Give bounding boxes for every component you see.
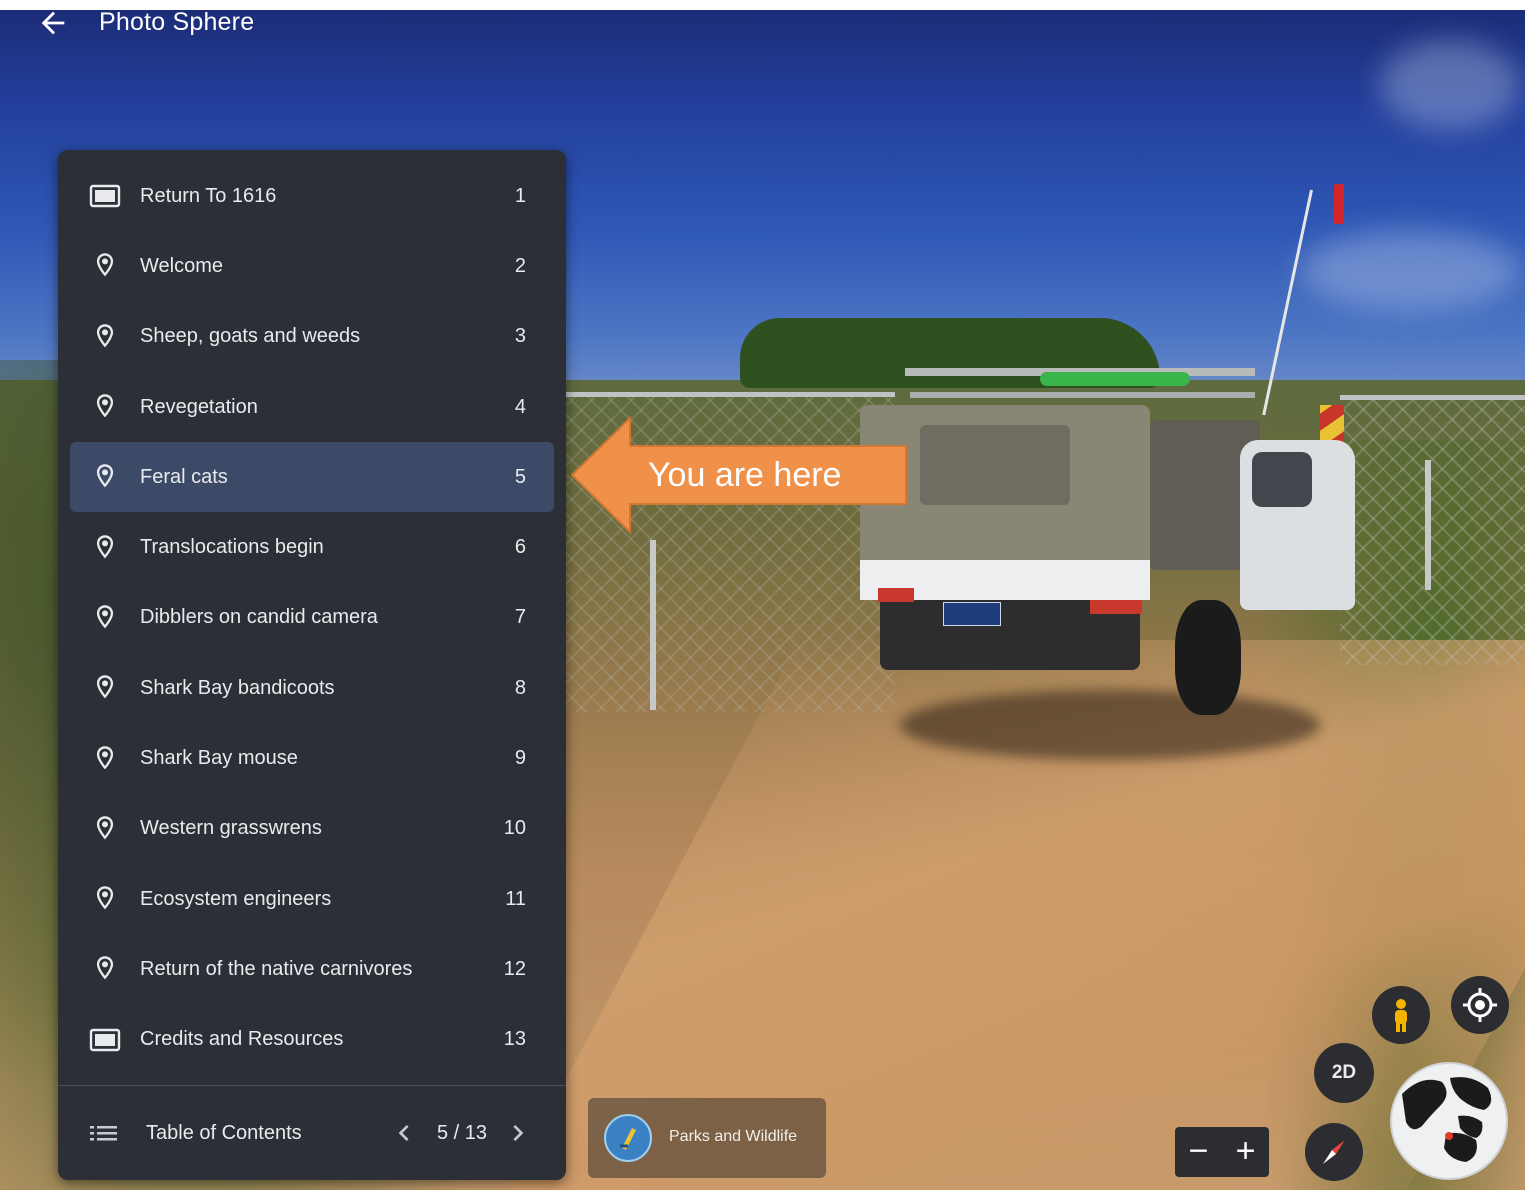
tour-item[interactable]: Shark Bay bandicoots 8 (70, 653, 554, 723)
tour-item-label: Return of the native carnivores (140, 957, 413, 980)
attribution-label: Parks and Wildlife (669, 1128, 798, 1145)
tour-item[interactable]: Return of the native carnivores 12 (70, 934, 554, 1004)
callout-text: You are here (648, 456, 842, 494)
taillight (878, 588, 914, 602)
map-pin-icon (88, 249, 122, 283)
tour-item-label: Shark Bay mouse (140, 747, 298, 770)
map-pin-icon (88, 531, 122, 565)
list-icon[interactable] (90, 1120, 118, 1146)
map-pin-icon (88, 460, 122, 494)
compass-icon[interactable] (1305, 1123, 1363, 1181)
cloud (1300, 230, 1520, 310)
tour-item-number: 2 (514, 254, 526, 277)
tour-list: Return To 1616 1 Welcome 2 Sheep, goats and … (70, 161, 554, 1075)
parks-logo-icon (604, 1114, 652, 1162)
tour-item-number: 9 (514, 747, 526, 770)
map-pin-icon (88, 390, 122, 424)
tour-item[interactable]: Welcome 2 (70, 231, 554, 301)
tour-item[interactable]: Western grasswrens 10 (70, 794, 554, 864)
zoom-control: − + (1175, 1127, 1269, 1177)
map-pin-icon (88, 812, 122, 846)
my-location-icon[interactable] (1451, 976, 1509, 1034)
tour-item-number: 13 (503, 1028, 526, 1051)
map-pin-icon (88, 601, 122, 635)
taillight (1090, 600, 1142, 614)
map-pin-icon (88, 882, 122, 916)
truck-plate (943, 602, 1001, 626)
map-pin-icon (88, 320, 122, 354)
tour-item[interactable]: Feral cats 5 (70, 442, 554, 513)
tour-item-label: Translocations begin (140, 536, 324, 559)
tour-item-label: Welcome (140, 254, 223, 277)
tour-item-label: Western grasswrens (140, 817, 322, 840)
truck-canopy-window (920, 425, 1070, 505)
chevron-left-icon[interactable] (388, 1116, 420, 1150)
tour-item-number: 4 (514, 395, 526, 418)
tour-item-label: Shark Bay bandicoots (140, 676, 335, 699)
tour-item-number: 11 (505, 887, 526, 910)
page-counter: 5 / 13 (436, 1122, 488, 1144)
view-2d-button[interactable]: 2D (1314, 1043, 1374, 1103)
tour-footer: Table of Contents 5 / 13 (58, 1086, 566, 1180)
map-pin-icon (88, 671, 122, 705)
slide-icon (88, 1023, 122, 1057)
tour-item[interactable]: Return To 1616 1 (70, 161, 554, 231)
truck-cab-window (1252, 452, 1312, 507)
tour-item-label: Sheep, goats and weeds (140, 325, 361, 348)
tour-item-number: 7 (514, 606, 526, 629)
tour-item-label: Return To 1616 (140, 184, 277, 207)
map-pin-icon (88, 952, 122, 986)
tour-item[interactable]: Shark Bay mouse 9 (70, 723, 554, 793)
tour-item-label: Dibblers on candid camera (140, 606, 378, 629)
arrow-left-icon[interactable] (36, 6, 70, 40)
page-title: Photo Sphere (99, 8, 255, 36)
tour-item[interactable]: Ecosystem engineers 11 (70, 864, 554, 934)
tour-item-number: 5 (514, 465, 526, 488)
fence-right (1340, 395, 1525, 665)
tour-item-number: 10 (503, 817, 526, 840)
zoom-out-button[interactable]: − (1175, 1127, 1222, 1177)
fence-rail (1340, 395, 1525, 400)
tour-panel: Return To 1616 1 Welcome 2 Sheep, goats and … (58, 150, 566, 1180)
tour-item-label: Ecosystem engineers (140, 887, 332, 910)
attribution-chip[interactable]: Parks and Wildlife (588, 1098, 826, 1178)
tour-item[interactable]: Sheep, goats and weeds 3 (70, 302, 554, 372)
flag (1334, 184, 1344, 224)
tour-item-number: 3 (514, 325, 526, 348)
tour-item-label: Feral cats (140, 465, 228, 488)
truck-tyre (1175, 600, 1241, 715)
gate-post (650, 540, 656, 710)
tour-item[interactable]: Translocations begin 6 (70, 512, 554, 582)
globe-minimap[interactable] (1390, 1062, 1508, 1180)
tour-item-label: Revegetation (140, 395, 258, 418)
fence-rail (565, 392, 895, 397)
tour-item-label: Credits and Resources (140, 1028, 344, 1051)
table-of-contents-label[interactable]: Table of Contents (146, 1122, 302, 1145)
roof-rack (910, 392, 1255, 398)
slide-icon (88, 179, 122, 213)
pegman-icon[interactable] (1372, 986, 1430, 1044)
tour-item[interactable]: Revegetation 4 (70, 372, 554, 442)
kayak (1040, 372, 1190, 386)
gate-post (1425, 460, 1431, 590)
zoom-in-button[interactable]: + (1222, 1127, 1269, 1177)
tour-item-number: 1 (514, 184, 526, 207)
truck-shadow (900, 690, 1320, 760)
tour-item[interactable]: Credits and Resources 13 (70, 1005, 554, 1075)
chevron-right-icon[interactable] (502, 1116, 534, 1150)
tour-item-number: 12 (503, 957, 526, 980)
map-pin-icon (88, 742, 122, 776)
tour-item-number: 8 (514, 676, 526, 699)
you-are-here-callout: You are here (570, 415, 910, 539)
tour-item-number: 6 (514, 536, 526, 559)
cloud (1380, 40, 1520, 130)
tour-item[interactable]: Dibblers on candid camera 7 (70, 583, 554, 653)
